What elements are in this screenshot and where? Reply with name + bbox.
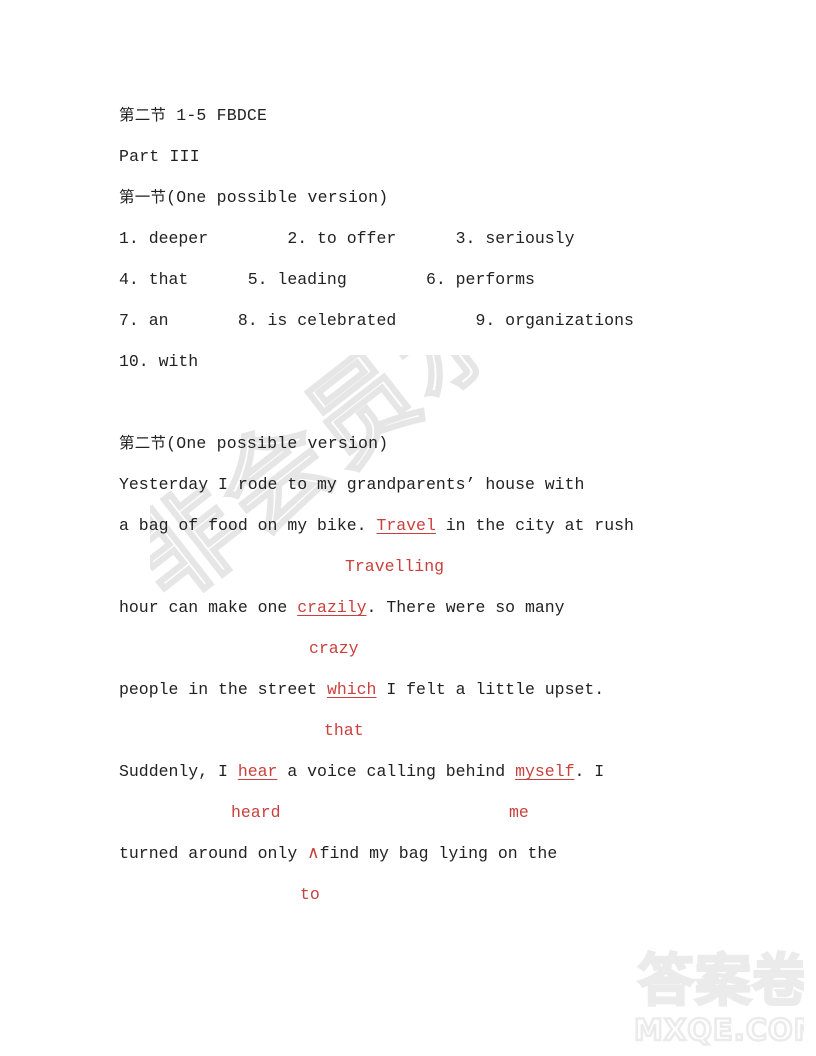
document-page: 非会员水印 答案卷 MXQE.COM 第二节 1-5 FBDCE Part II… <box>0 0 816 1056</box>
answer-row: 1. deeper 2. to offer 3. seriously <box>119 218 779 259</box>
essay-text: a voice calling behind <box>277 762 516 781</box>
heading-en-label: (One possible version) <box>166 434 389 453</box>
correction-line-5: heard me <box>119 792 779 833</box>
error-word-travel: Travel <box>376 516 436 535</box>
heading-cn-label: 第二节 <box>119 434 167 452</box>
correction-word-that: that <box>324 721 364 740</box>
essay-line-6: turned around only ∧find my bag lying on… <box>119 833 779 874</box>
essay-text: find my bag lying on the <box>319 844 558 863</box>
answer-row-text: 10. with <box>119 352 199 371</box>
correction-word-me: me <box>509 803 529 822</box>
error-word-myself: myself <box>515 762 575 781</box>
answer-row: 7. an 8. is celebrated 9. organizations <box>119 300 779 341</box>
essay-text: Suddenly, I <box>119 762 238 781</box>
answer-row-text: 4. that 5. leading 6. performs <box>119 270 535 289</box>
correction-word-travelling: Travelling <box>345 557 445 576</box>
error-word-crazily: crazily <box>297 598 367 617</box>
error-word-which: which <box>326 680 377 699</box>
answer-row-text: 1. deeper 2. to offer 3. seriously <box>119 229 575 248</box>
essay-text: in the city at rush <box>435 516 634 535</box>
correction-word-heard: heard <box>231 803 281 822</box>
essay-text: turned around only <box>119 844 308 863</box>
answer-row: 10. with <box>119 341 779 382</box>
correction-word-to: to <box>300 885 320 904</box>
correction-line-4: that <box>119 710 779 751</box>
essay-text: . There were so many <box>366 598 565 617</box>
error-word-hear: hear <box>237 762 278 781</box>
heading-en-label: 1-5 FBDCE <box>166 106 268 125</box>
essay-text: a bag of food on my bike. <box>119 516 377 535</box>
essay-text: Yesterday I rode to my grandparents’ hou… <box>119 475 585 494</box>
correction-line-3: crazy <box>119 628 779 669</box>
heading-cn-label: 第一节 <box>119 188 167 206</box>
insertion-caret-icon: ∧ <box>307 843 320 863</box>
answer-row: 4. that 5. leading 6. performs <box>119 259 779 300</box>
heading-part-label: Part III <box>119 147 200 166</box>
essay-text: hour can make one <box>119 598 298 617</box>
essay-line-5: Suddenly, I hear a voice calling behind … <box>119 751 779 792</box>
document-text-body: 第二节 1-5 FBDCE Part III 第一节(One possible … <box>119 95 779 915</box>
essay-text: people in the street <box>119 680 327 699</box>
correction-word-crazy: crazy <box>309 639 359 658</box>
heading-line-part-three: Part III <box>119 136 779 177</box>
heading-line-section1: 第一节(One possible version) <box>119 177 779 218</box>
heading-line-section2-writing: 第二节(One possible version) <box>119 423 779 464</box>
essay-text: . I <box>574 762 605 781</box>
essay-line-3: hour can make one crazily. There were so… <box>119 587 779 628</box>
essay-line-2: a bag of food on my bike. Travel in the … <box>119 505 779 546</box>
correction-line-6: to <box>119 874 779 915</box>
essay-text: I felt a little upset. <box>376 680 605 699</box>
heading-cn-label: 第二节 <box>119 106 167 124</box>
corner-watermark: 答案卷 MXQE.COM <box>604 938 804 1048</box>
corner-watermark-logo-text: 答案卷 <box>638 949 804 1014</box>
corner-watermark-site-text: MXQE.COM <box>634 1013 804 1047</box>
answer-row-text: 7. an 8. is celebrated 9. organizations <box>119 311 634 330</box>
heading-line-section2-answers: 第二节 1-5 FBDCE <box>119 95 779 136</box>
essay-line-4: people in the street which I felt a litt… <box>119 669 779 710</box>
essay-line-1: Yesterday I rode to my grandparents’ hou… <box>119 464 779 505</box>
correction-line-2: Travelling <box>119 546 779 587</box>
heading-en-label: (One possible version) <box>166 188 389 207</box>
